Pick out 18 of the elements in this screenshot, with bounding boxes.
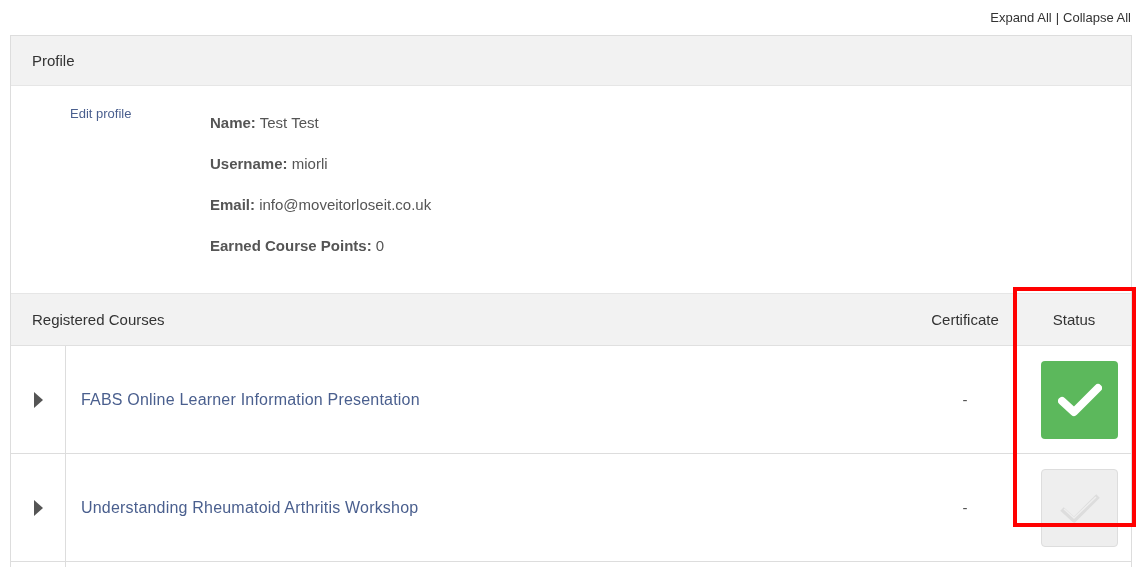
collapse-all-link[interactable]: Collapse All xyxy=(1063,10,1131,25)
expand-arrow-icon[interactable] xyxy=(33,391,43,408)
column-header: Registered Courses xyxy=(31,311,166,328)
certificate-cell-text: - xyxy=(961,391,969,408)
link-separator: | xyxy=(1055,10,1060,25)
column-header: Certificate xyxy=(930,311,1000,328)
profile-field: Username: miorli xyxy=(210,153,432,174)
profile-field: Email: info@moveitorloseit.co.uk xyxy=(210,194,432,215)
certificate-cell-text: - xyxy=(961,499,969,516)
panel-title: Profile xyxy=(32,52,75,69)
column-header: Status xyxy=(1051,311,1097,328)
edit-profile-link[interactable]: Edit profile xyxy=(70,106,210,293)
profile-field: Name: Test Test xyxy=(210,112,432,133)
expand-all-link[interactable]: Expand All xyxy=(990,10,1052,25)
profile-field: Earned Course Points: 0 xyxy=(210,235,432,256)
expand-arrow-icon[interactable] xyxy=(33,499,43,516)
course-link[interactable]: FABS Online Learner Information Presentation xyxy=(66,390,420,408)
course-link[interactable]: Understanding Rheumatoid Arthritis Workshop xyxy=(66,498,419,516)
